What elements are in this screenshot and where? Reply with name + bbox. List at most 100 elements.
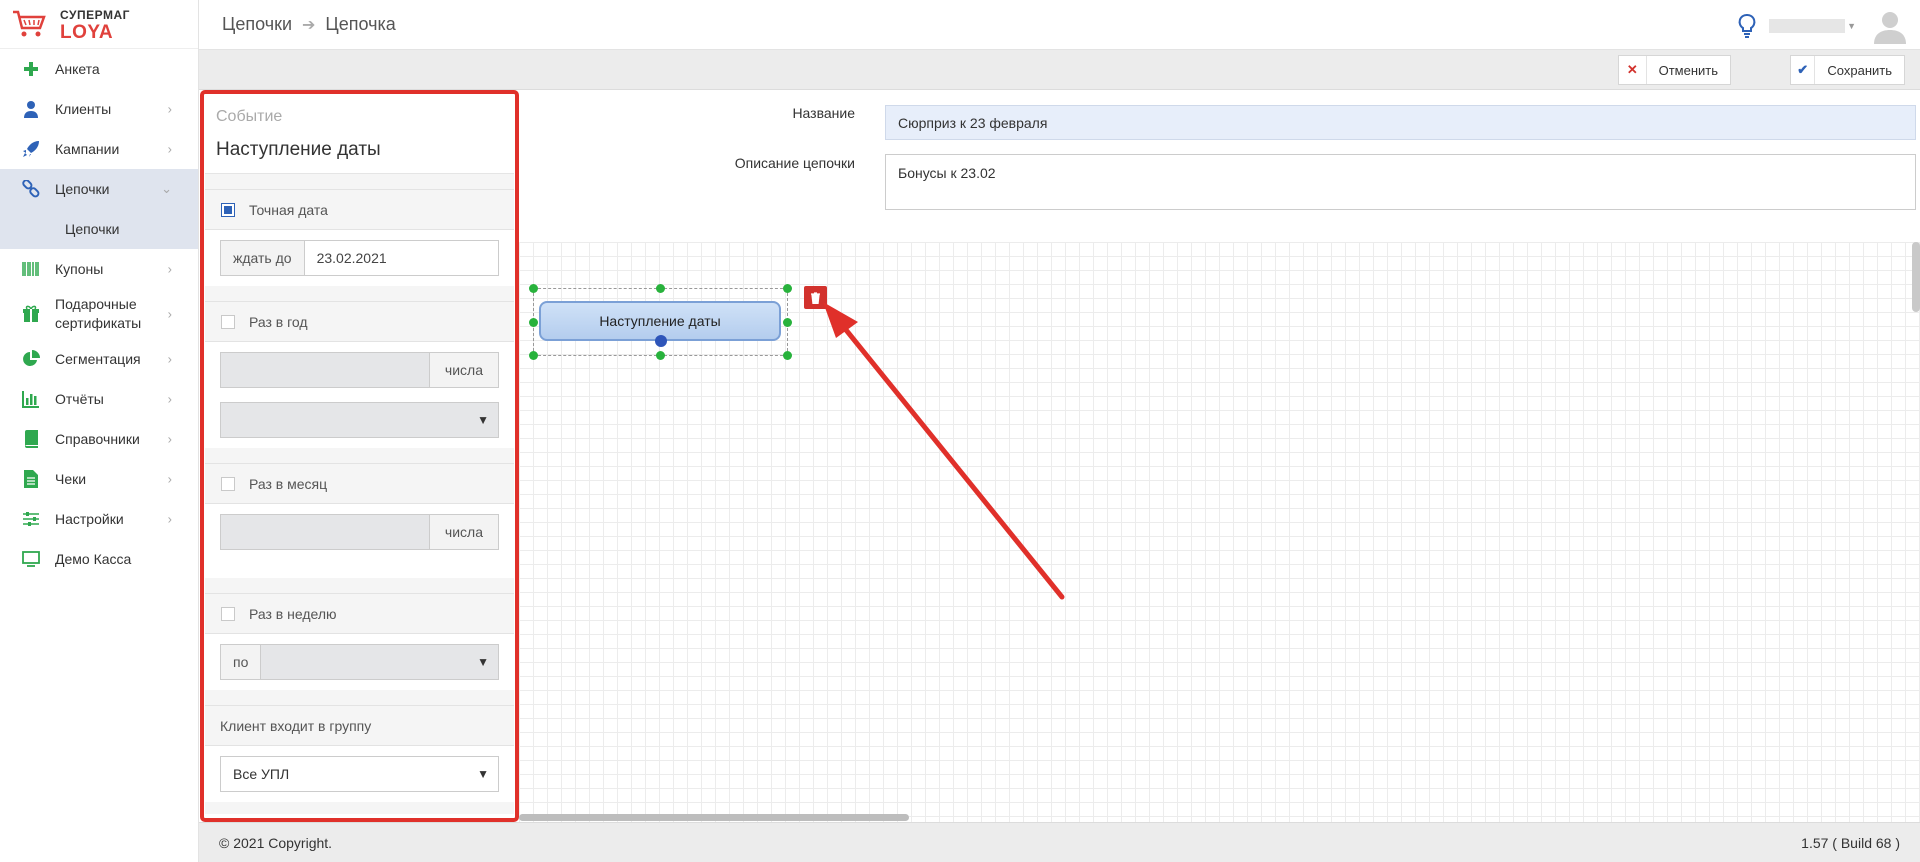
horizontal-scrollbar[interactable] <box>519 814 909 821</box>
name-field[interactable]: Сюрприз к 23 февраля <box>885 105 1916 140</box>
resize-handle[interactable] <box>783 318 792 327</box>
sliders-icon <box>20 508 42 530</box>
top-header: Цепочки ➔ Цепочка ▼ <box>199 0 1920 50</box>
chevron-right-icon: › <box>167 351 172 367</box>
description-label: Описание цепочки <box>734 155 855 171</box>
wait-until-input-group: ждать до 23.02.2021 <box>220 240 499 276</box>
date-input[interactable]: 23.02.2021 <box>305 241 498 275</box>
resize-handle[interactable] <box>656 284 665 293</box>
copyright: © 2021 Copyright. <box>219 835 333 851</box>
sidebar-item-label: Справочники <box>55 430 140 447</box>
breadcrumb-item[interactable]: Цепочки <box>222 14 292 35</box>
dropdown-arrow-icon: ▼ <box>477 413 489 427</box>
sidebar-item-demo-register[interactable]: Демо Касса <box>0 539 198 579</box>
sidebar-item-clients[interactable]: Клиенты › <box>0 89 198 129</box>
resize-handle[interactable] <box>783 284 792 293</box>
sidebar-item-anketa[interactable]: Анкета <box>0 49 198 89</box>
monitor-icon <box>20 548 42 570</box>
chain-canvas[interactable]: Наступление даты <box>519 242 1920 824</box>
monthly-day-input-group: числа <box>220 514 499 550</box>
weekly-label: Раз в неделю <box>249 605 337 622</box>
yearly-month-select[interactable]: ▼ <box>220 402 499 438</box>
yearly-label: Раз в год <box>249 313 308 330</box>
weekly-prefix: по <box>221 645 262 679</box>
save-button[interactable]: ✔ Сохранить <box>1790 55 1905 85</box>
sidebar-item-label: Клиенты <box>55 100 112 117</box>
sidebar-item-label: Подарочные сертификаты <box>55 296 142 331</box>
weekly-day-input-group: по ▼ <box>220 644 499 680</box>
check-icon: ✔ <box>1791 56 1816 84</box>
weekly-day-select[interactable] <box>261 645 498 679</box>
resize-handle[interactable] <box>529 284 538 293</box>
exact-date-label: Точная дата <box>249 201 328 218</box>
sidebar-item-campaigns[interactable]: Кампании › <box>0 129 198 169</box>
dropdown-arrow-icon: ▼ <box>477 767 489 781</box>
breadcrumb: Цепочки ➔ Цепочка <box>222 14 396 35</box>
sidebar-item-gift-certificates[interactable]: Подарочные сертификаты › <box>0 289 198 339</box>
monthly-day-input[interactable] <box>221 515 429 549</box>
resize-handle[interactable] <box>656 351 665 360</box>
user-menu[interactable]: ▼ <box>1737 8 1908 44</box>
close-icon: ✕ <box>1619 56 1647 84</box>
sidebar-item-label: Цепочки <box>55 180 110 197</box>
yearly-unit-label: числа <box>428 353 498 387</box>
sidebar-item-directories[interactable]: Справочники › <box>0 419 198 459</box>
description-field[interactable]: Бонусы к 23.02 <box>885 154 1916 210</box>
vertical-scrollbar[interactable] <box>1912 242 1920 312</box>
client-group-select[interactable]: Все УПЛ ▼ <box>220 756 499 792</box>
sidebar-item-segmentation[interactable]: Сегментация › <box>0 339 198 379</box>
client-group-label: Клиент входит в группу <box>205 706 514 746</box>
chevron-right-icon: › <box>167 471 172 487</box>
book-icon <box>20 428 42 450</box>
sidebar-item-label: Цепочки <box>65 220 120 237</box>
sidebar-item-label: Настройки <box>55 510 124 527</box>
caret-down-icon[interactable]: ▼ <box>1847 21 1856 31</box>
resize-handle[interactable] <box>783 351 792 360</box>
brand-line2: LOYA <box>60 22 114 43</box>
delete-node-button[interactable] <box>804 286 827 309</box>
resize-handle[interactable] <box>529 351 538 360</box>
avatar[interactable] <box>1872 8 1908 44</box>
yearly-day-input-group: числа <box>220 352 499 388</box>
resize-handle[interactable] <box>529 318 538 327</box>
yearly-section: Раз в год числа ▼ <box>205 301 514 448</box>
sidebar-item-label: Отчёты <box>55 390 104 407</box>
sidebar-item-receipts[interactable]: Чеки › <box>0 459 198 499</box>
sidebar-item-settings[interactable]: Настройки › <box>0 499 198 539</box>
weekly-checkbox[interactable] <box>221 606 235 621</box>
connector-port[interactable] <box>655 335 667 347</box>
document-icon <box>20 468 42 490</box>
cancel-button[interactable]: ✕ Отменить <box>1618 55 1731 85</box>
sidebar-item-coupons[interactable]: Купоны › <box>0 249 198 289</box>
monthly-section: Раз в месяц числа <box>205 463 514 578</box>
chain-form: Название Сюрприз к 23 февраля Описание ц… <box>519 90 1920 242</box>
chevron-right-icon: › <box>167 101 172 117</box>
wait-until-label: ждать до <box>221 241 305 275</box>
breadcrumb-current: Цепочка <box>325 14 396 34</box>
sidebar-item-label: Кампании <box>55 140 120 157</box>
yearly-day-input[interactable] <box>221 353 429 387</box>
cancel-button-label: Отменить <box>1658 62 1718 78</box>
dropdown-arrow-icon: ▼ <box>477 655 489 669</box>
sidebar-item-label: Сегментация <box>55 350 141 367</box>
chevron-right-icon: › <box>167 511 172 527</box>
sidebar-subitem-chains[interactable]: Цепочки <box>0 209 198 249</box>
panel-title: Наступление даты <box>216 139 381 160</box>
chevron-right-icon: › <box>167 391 172 407</box>
yearly-checkbox[interactable] <box>221 314 235 329</box>
sidebar-item-chains[interactable]: Цепочки ⌄ <box>0 169 198 209</box>
sidebar-item-reports[interactable]: Отчёты › <box>0 379 198 419</box>
monthly-unit-label: числа <box>428 515 498 549</box>
monthly-checkbox[interactable] <box>221 476 235 491</box>
barcode-icon <box>20 258 42 280</box>
logo[interactable]: СУПЕРМАГ LOYA <box>0 0 198 49</box>
sidebar-item-label: Анкета <box>55 60 100 77</box>
plus-icon <box>20 58 42 80</box>
username-placeholder[interactable] <box>1769 19 1846 33</box>
exact-date-checkbox[interactable] <box>221 202 235 217</box>
link-icon <box>20 178 42 200</box>
lightbulb-icon[interactable] <box>1737 12 1757 40</box>
footer: © 2021 Copyright. 1.57 ( Build 68 ) <box>199 822 1920 862</box>
chevron-right-icon: › <box>167 431 172 447</box>
action-toolbar: ✕ Отменить ✔ Сохранить <box>199 50 1920 90</box>
